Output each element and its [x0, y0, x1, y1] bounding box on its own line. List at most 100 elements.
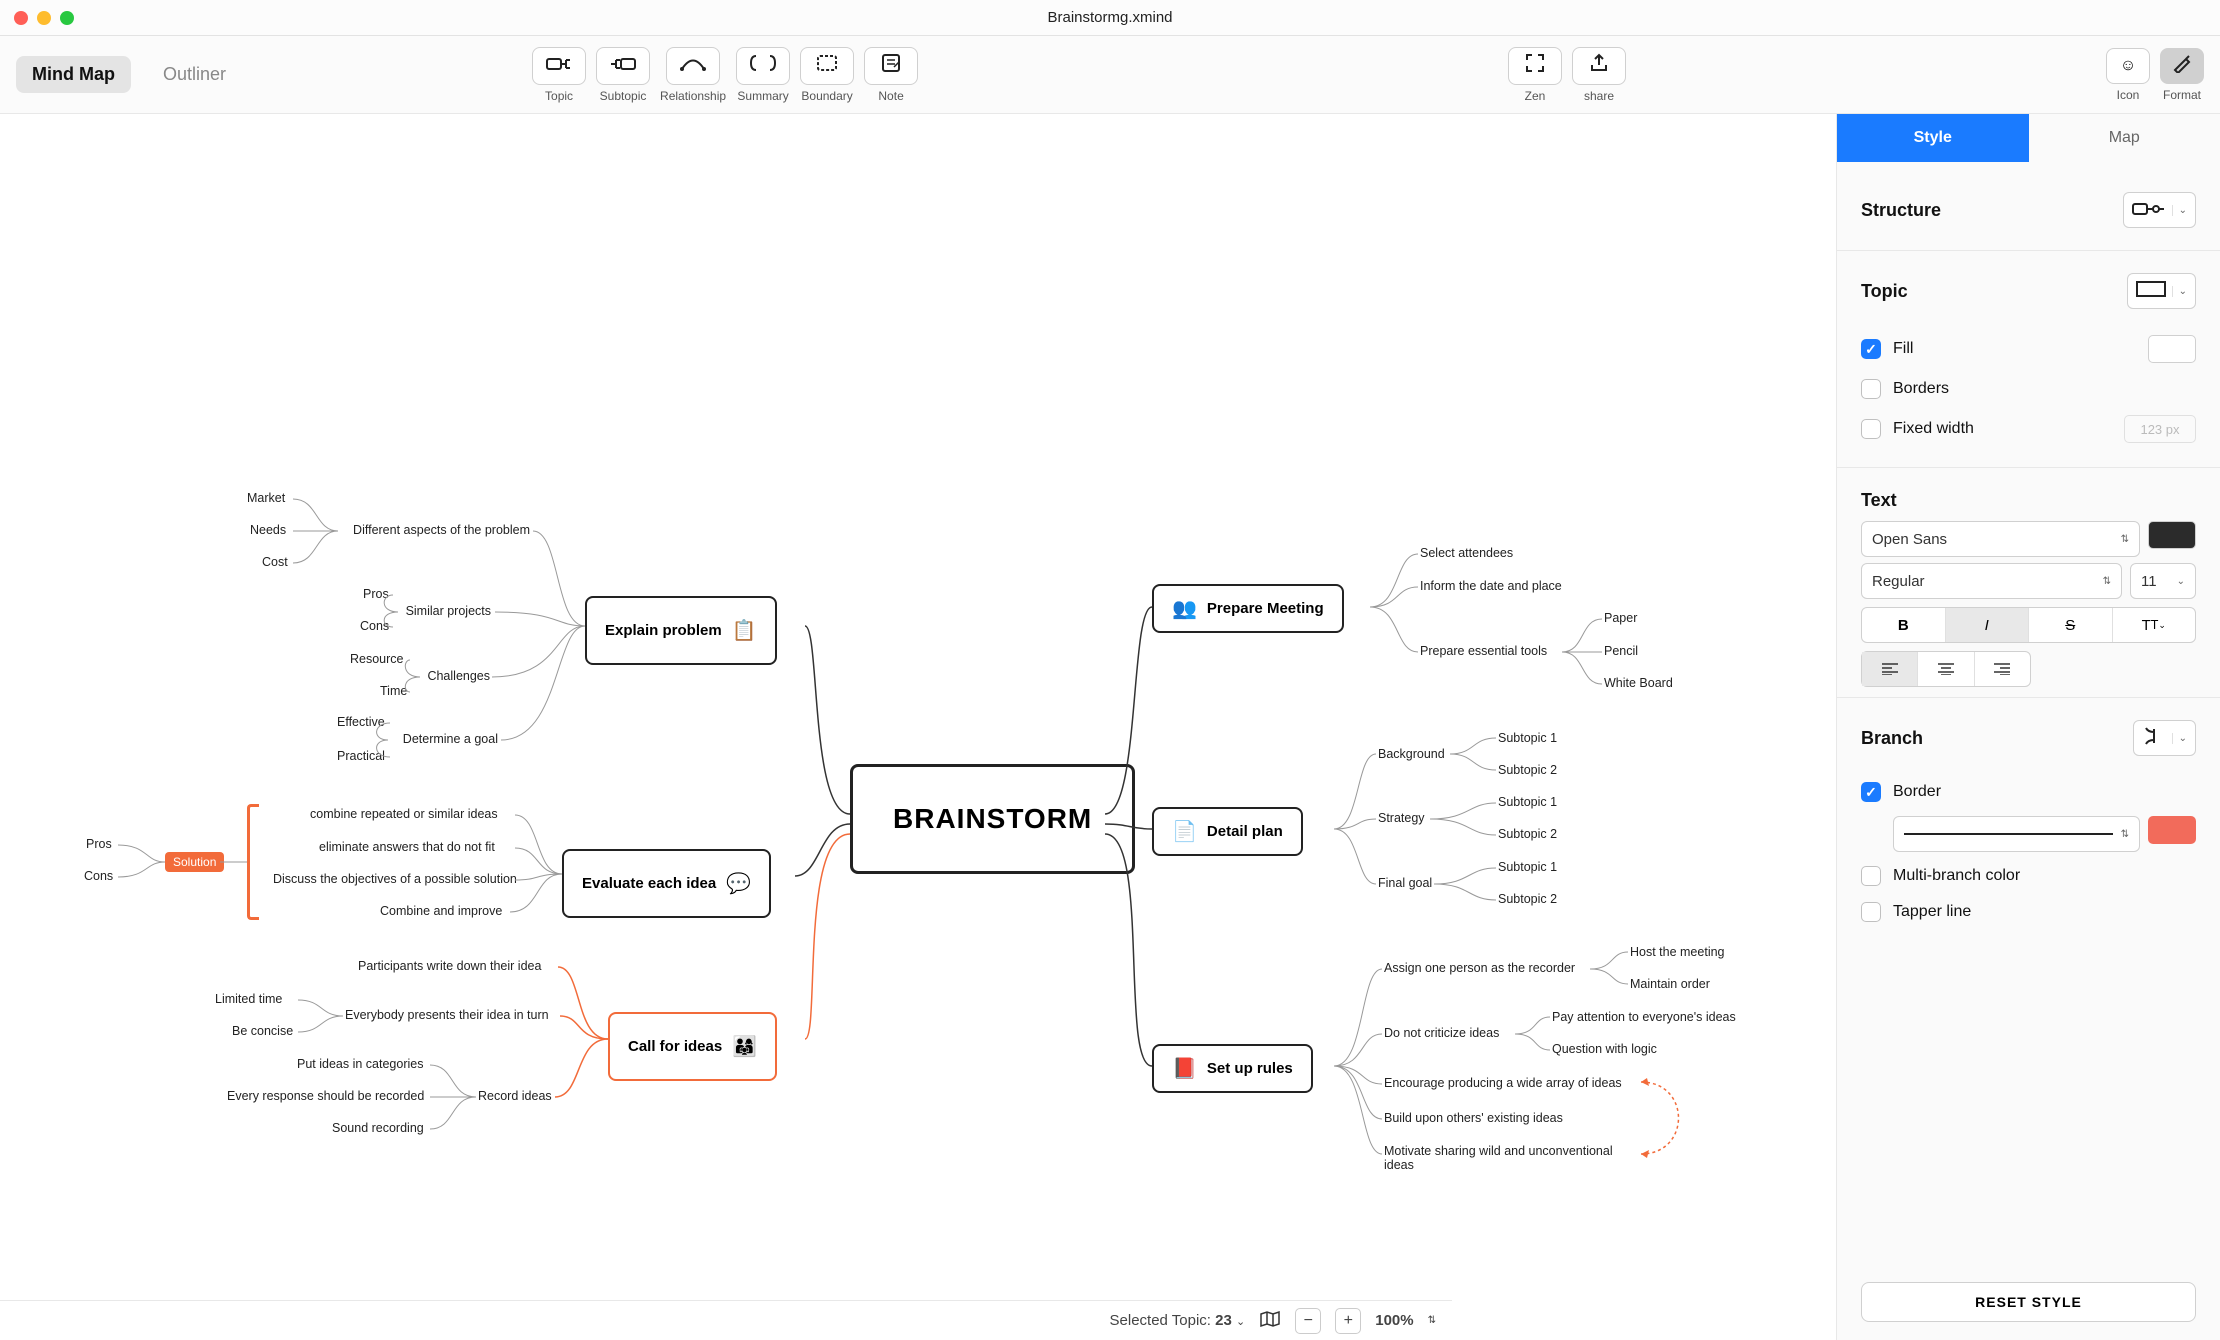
leaf[interactable]: Encourage producing a wide array of idea… — [1384, 1076, 1622, 1090]
leaf[interactable]: eliminate answers that do not fit — [319, 840, 495, 854]
text-case-button[interactable]: TT ⌄ — [2112, 608, 2196, 642]
border-color-swatch[interactable] — [2148, 816, 2196, 844]
leaf[interactable]: Limited time — [215, 992, 282, 1006]
leaf[interactable]: Market — [247, 491, 285, 505]
fill-color-swatch[interactable] — [2148, 335, 2196, 363]
leaf[interactable]: Practical — [337, 749, 385, 763]
leaf[interactable]: Select attendees — [1420, 546, 1513, 560]
tool-note[interactable]: Note — [864, 47, 918, 103]
leaf[interactable]: Question with logic — [1552, 1042, 1657, 1056]
leaf[interactable]: Subtopic 2 — [1498, 763, 1557, 777]
leaf[interactable]: Subtopic 2 — [1498, 827, 1557, 841]
tool-boundary[interactable]: Boundary — [800, 47, 854, 103]
view-tab-mindmap[interactable]: Mind Map — [16, 56, 131, 93]
tab-map[interactable]: Map — [2029, 114, 2220, 162]
fullscreen-window-button[interactable] — [60, 11, 74, 25]
strike-button[interactable]: S — [2028, 608, 2112, 642]
leaf[interactable]: Build upon others' existing ideas — [1384, 1111, 1563, 1125]
topic-setup-rules[interactable]: 📕 Set up rules — [1152, 1044, 1313, 1093]
topic-detail-plan[interactable]: 📄 Detail plan — [1152, 807, 1303, 856]
tool-icon[interactable]: ☺ Icon — [2106, 48, 2150, 102]
leaf[interactable]: Pros — [363, 587, 389, 601]
topic-call-for-ideas[interactable]: Call for ideas 👨‍👩‍👧 — [608, 1012, 777, 1081]
leaf[interactable]: Motivate sharing wild and unconventional… — [1384, 1144, 1634, 1172]
leaf[interactable]: Resource — [350, 652, 404, 666]
leaf[interactable]: Needs — [250, 523, 286, 537]
minimize-window-button[interactable] — [37, 11, 51, 25]
tool-topic[interactable]: Topic — [532, 47, 586, 103]
topic-prepare-meeting[interactable]: 👥 Prepare Meeting — [1152, 584, 1344, 633]
leaf[interactable]: Challenges — [420, 669, 490, 683]
leaf[interactable]: combine repeated or similar ideas — [310, 807, 498, 821]
border-line-select[interactable]: ⇅ — [1893, 816, 2140, 852]
leaf[interactable]: Everybody presents their idea in turn — [345, 1008, 549, 1022]
tool-summary[interactable]: Summary — [736, 47, 790, 103]
tool-zen[interactable]: Zen — [1508, 47, 1562, 103]
leaf[interactable]: Cons — [84, 869, 113, 883]
leaf[interactable]: Sound recording — [332, 1121, 424, 1135]
fixed-width-input[interactable]: 123 px — [2124, 415, 2196, 443]
leaf[interactable]: Discuss the objectives of a possible sol… — [273, 872, 517, 886]
leaf[interactable]: Prepare essential tools — [1420, 644, 1547, 658]
leaf[interactable]: Determine a goal — [388, 732, 498, 746]
leaf[interactable]: Inform the date and place — [1420, 579, 1562, 593]
topic-explain-problem[interactable]: Explain problem 📋 — [585, 596, 777, 665]
leaf[interactable]: Host the meeting — [1630, 945, 1725, 959]
leaf[interactable]: White Board — [1604, 676, 1673, 690]
zoom-out-button[interactable]: − — [1295, 1308, 1321, 1334]
font-size-select[interactable]: 11⌄ — [2130, 563, 2196, 599]
leaf[interactable]: Subtopic 2 — [1498, 892, 1557, 906]
close-window-button[interactable] — [14, 11, 28, 25]
font-weight-select[interactable]: Regular⇅ — [1861, 563, 2122, 599]
central-topic[interactable]: BRAINSTORM — [850, 764, 1135, 874]
fill-checkbox[interactable] — [1861, 339, 1881, 359]
tapper-checkbox[interactable] — [1861, 902, 1881, 922]
leaf[interactable]: Pencil — [1604, 644, 1638, 658]
tool-format[interactable]: Format — [2160, 48, 2204, 102]
leaf[interactable]: Combine and improve — [380, 904, 502, 918]
topic-shape-dropdown[interactable]: ⌄ — [2127, 273, 2196, 309]
map-overview-icon[interactable] — [1259, 1310, 1281, 1332]
reset-style-button[interactable]: RESET STYLE — [1861, 1282, 2196, 1322]
leaf[interactable]: Do not criticize ideas — [1384, 1026, 1499, 1040]
font-family-select[interactable]: Open Sans⇅ — [1861, 521, 2140, 557]
zoom-stepper-icon[interactable]: ⇅ — [1428, 1315, 1436, 1326]
align-right-button[interactable] — [1974, 652, 2030, 686]
tool-subtopic[interactable]: Subtopic — [596, 47, 650, 103]
structure-dropdown[interactable]: ⌄ — [2123, 192, 2196, 228]
align-left-button[interactable] — [1862, 652, 1917, 686]
leaf[interactable]: Background — [1378, 747, 1445, 761]
tab-style[interactable]: Style — [1837, 114, 2029, 162]
leaf[interactable]: Pay attention to everyone's ideas — [1552, 1010, 1736, 1024]
zoom-in-button[interactable]: + — [1335, 1308, 1361, 1334]
align-center-button[interactable] — [1917, 652, 1973, 686]
view-tab-outliner[interactable]: Outliner — [147, 56, 242, 93]
tool-share[interactable]: share — [1572, 47, 1626, 103]
summary-label[interactable]: Solution — [165, 852, 224, 872]
leaf[interactable]: Strategy — [1378, 811, 1425, 825]
tool-relationship[interactable]: Relationship — [660, 47, 726, 103]
leaf[interactable]: Participants write down their idea — [358, 959, 541, 973]
leaf[interactable]: Effective — [337, 715, 385, 729]
leaf[interactable]: Similar projects — [395, 604, 491, 618]
leaf[interactable]: Subtopic 1 — [1498, 795, 1557, 809]
leaf[interactable]: Subtopic 1 — [1498, 860, 1557, 874]
fixed-width-checkbox[interactable] — [1861, 419, 1881, 439]
bold-button[interactable]: B — [1862, 608, 1945, 642]
leaf[interactable]: Cost — [262, 555, 288, 569]
mindmap-canvas[interactable]: BRAINSTORM 👥 Prepare Meeting 📄 Detail pl… — [0, 114, 1836, 1340]
leaf[interactable]: Cons — [360, 619, 389, 633]
leaf[interactable]: Be concise — [232, 1024, 293, 1038]
italic-button[interactable]: I — [1945, 608, 2029, 642]
leaf[interactable]: Maintain order — [1630, 977, 1710, 991]
leaf[interactable]: Time — [380, 684, 407, 698]
branch-style-dropdown[interactable]: ⌄ — [2133, 720, 2196, 756]
multicolor-checkbox[interactable] — [1861, 866, 1881, 886]
border-checkbox[interactable] — [1861, 782, 1881, 802]
borders-checkbox[interactable] — [1861, 379, 1881, 399]
leaf[interactable]: Pros — [86, 837, 112, 851]
leaf[interactable]: Paper — [1604, 611, 1637, 625]
topic-evaluate-idea[interactable]: Evaluate each idea 💬 — [562, 849, 771, 918]
leaf[interactable]: Assign one person as the recorder — [1384, 961, 1575, 975]
text-color-swatch[interactable] — [2148, 521, 2196, 549]
